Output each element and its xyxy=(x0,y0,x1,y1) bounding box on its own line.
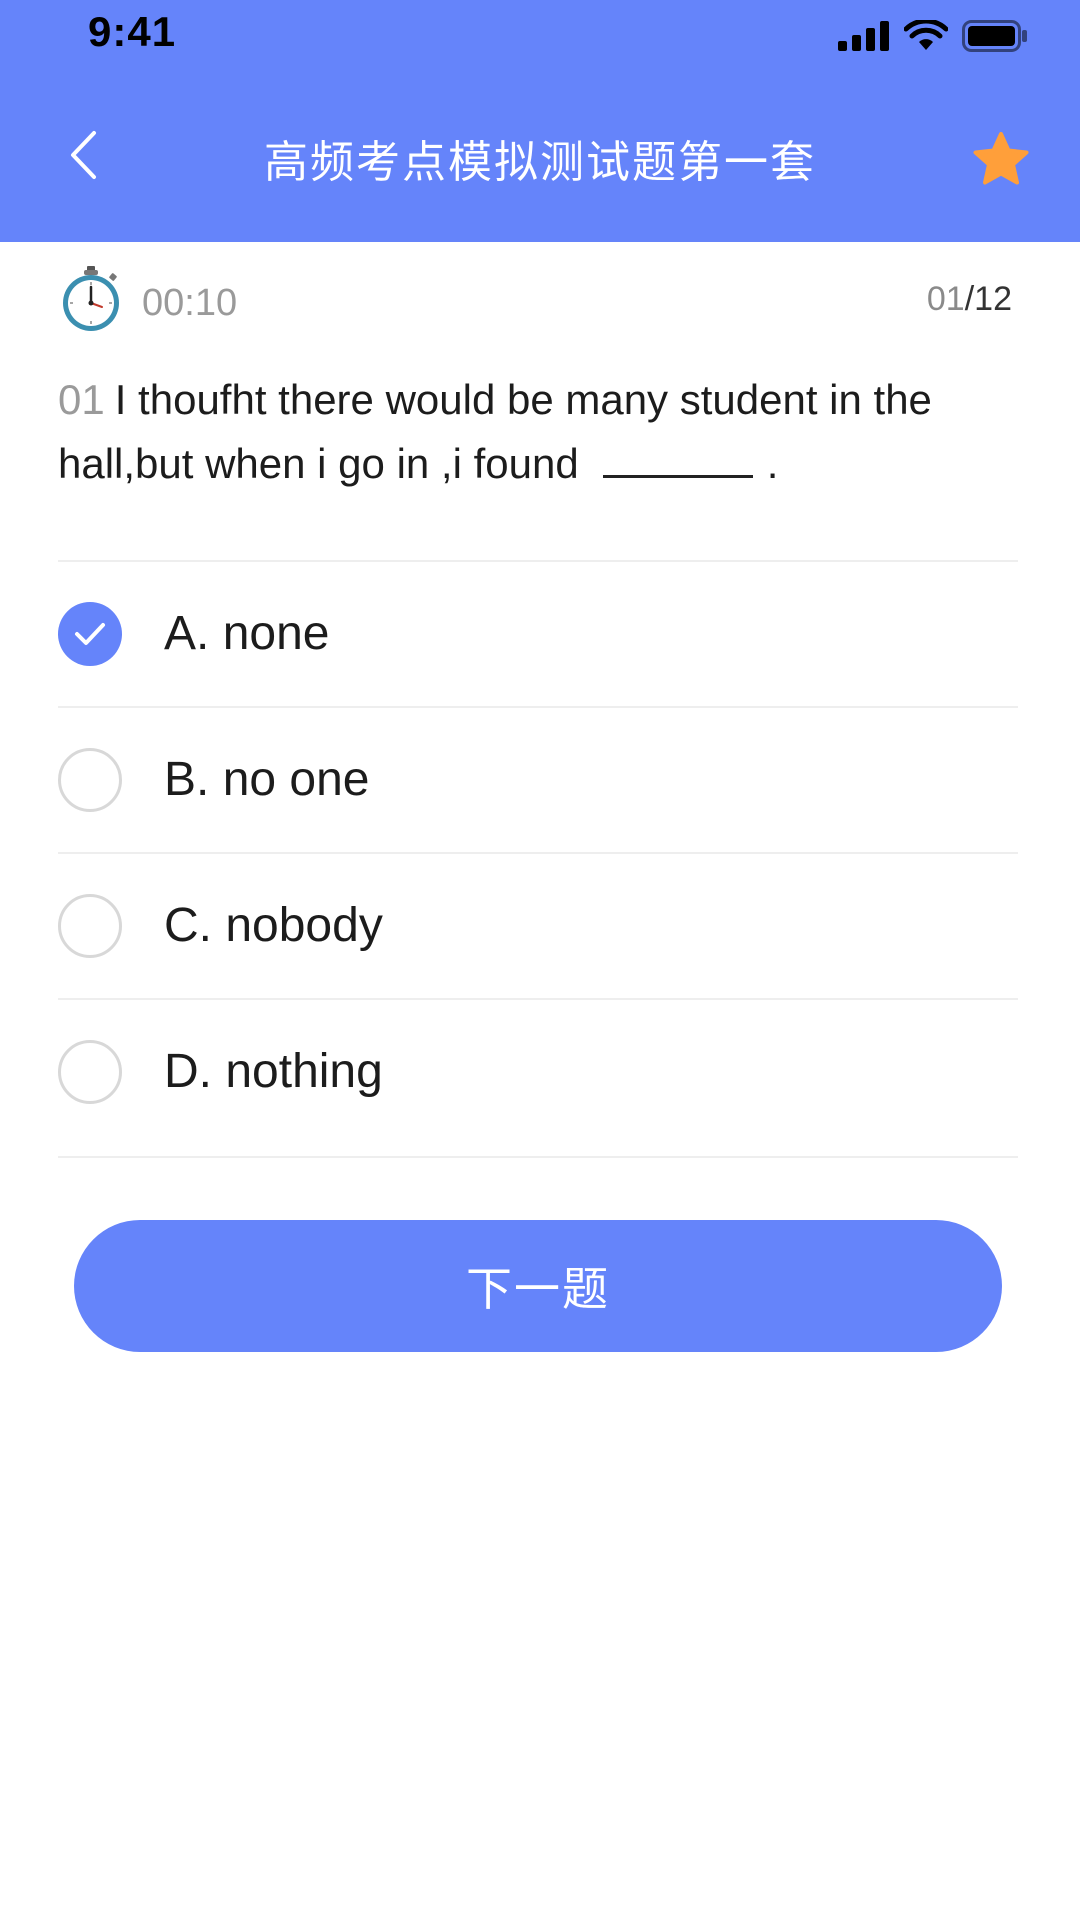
option-d[interactable]: D. nothing xyxy=(58,1000,1018,1158)
star-icon xyxy=(973,132,1029,185)
answer-blank xyxy=(602,475,753,478)
question-stem: I thoufht there would be many student in… xyxy=(58,376,932,487)
question-progress: 01/12 xyxy=(927,280,1012,319)
header-bar: 9:41 高频考点模拟测试题第一套 xyxy=(0,0,1080,242)
cellular-signal-icon xyxy=(838,21,889,51)
progress-separator: / xyxy=(964,280,975,318)
radio-unchecked-icon[interactable] xyxy=(58,894,122,958)
elapsed-time: 00:10 xyxy=(142,282,238,324)
favorite-button[interactable] xyxy=(966,126,1036,192)
status-time: 9:41 xyxy=(88,8,177,55)
question-number: 01 xyxy=(58,376,105,423)
option-c[interactable]: C. nobody xyxy=(58,854,1018,1000)
page-title: 高频考点模拟测试题第一套 xyxy=(264,137,816,188)
status-icons xyxy=(838,16,1028,56)
check-icon xyxy=(75,623,105,645)
timer-row: 00:10 01/12 xyxy=(58,266,1018,336)
next-question-button[interactable]: 下一题 xyxy=(74,1220,1002,1352)
option-label: C. nobody xyxy=(164,899,383,952)
option-label: A. none xyxy=(164,607,330,660)
radio-unchecked-icon[interactable] xyxy=(58,748,122,812)
status-bar: 9:41 xyxy=(0,0,1080,70)
chevron-left-icon xyxy=(71,131,96,179)
question-text: 01 I thoufht there would be many student … xyxy=(58,368,1018,496)
battery-icon xyxy=(962,20,1027,52)
progress-current: 01 xyxy=(926,280,965,318)
nav-bar: 高频考点模拟测试题第一套 xyxy=(0,100,1080,210)
option-a[interactable]: A. none xyxy=(58,562,1018,708)
stopwatch-icon xyxy=(63,266,119,331)
question-end: . xyxy=(766,440,779,487)
wifi-icon xyxy=(904,20,948,50)
option-label: D. nothing xyxy=(164,1045,383,1098)
back-button[interactable] xyxy=(48,120,118,190)
radio-checked-icon[interactable] xyxy=(58,602,122,666)
options-list: A. none B. no one C. nobody D. nothing xyxy=(58,560,1018,1158)
progress-total: 12 xyxy=(974,280,1012,318)
option-label: B. no one xyxy=(164,753,370,806)
radio-unchecked-icon[interactable] xyxy=(58,1040,122,1104)
option-b[interactable]: B. no one xyxy=(58,708,1018,854)
